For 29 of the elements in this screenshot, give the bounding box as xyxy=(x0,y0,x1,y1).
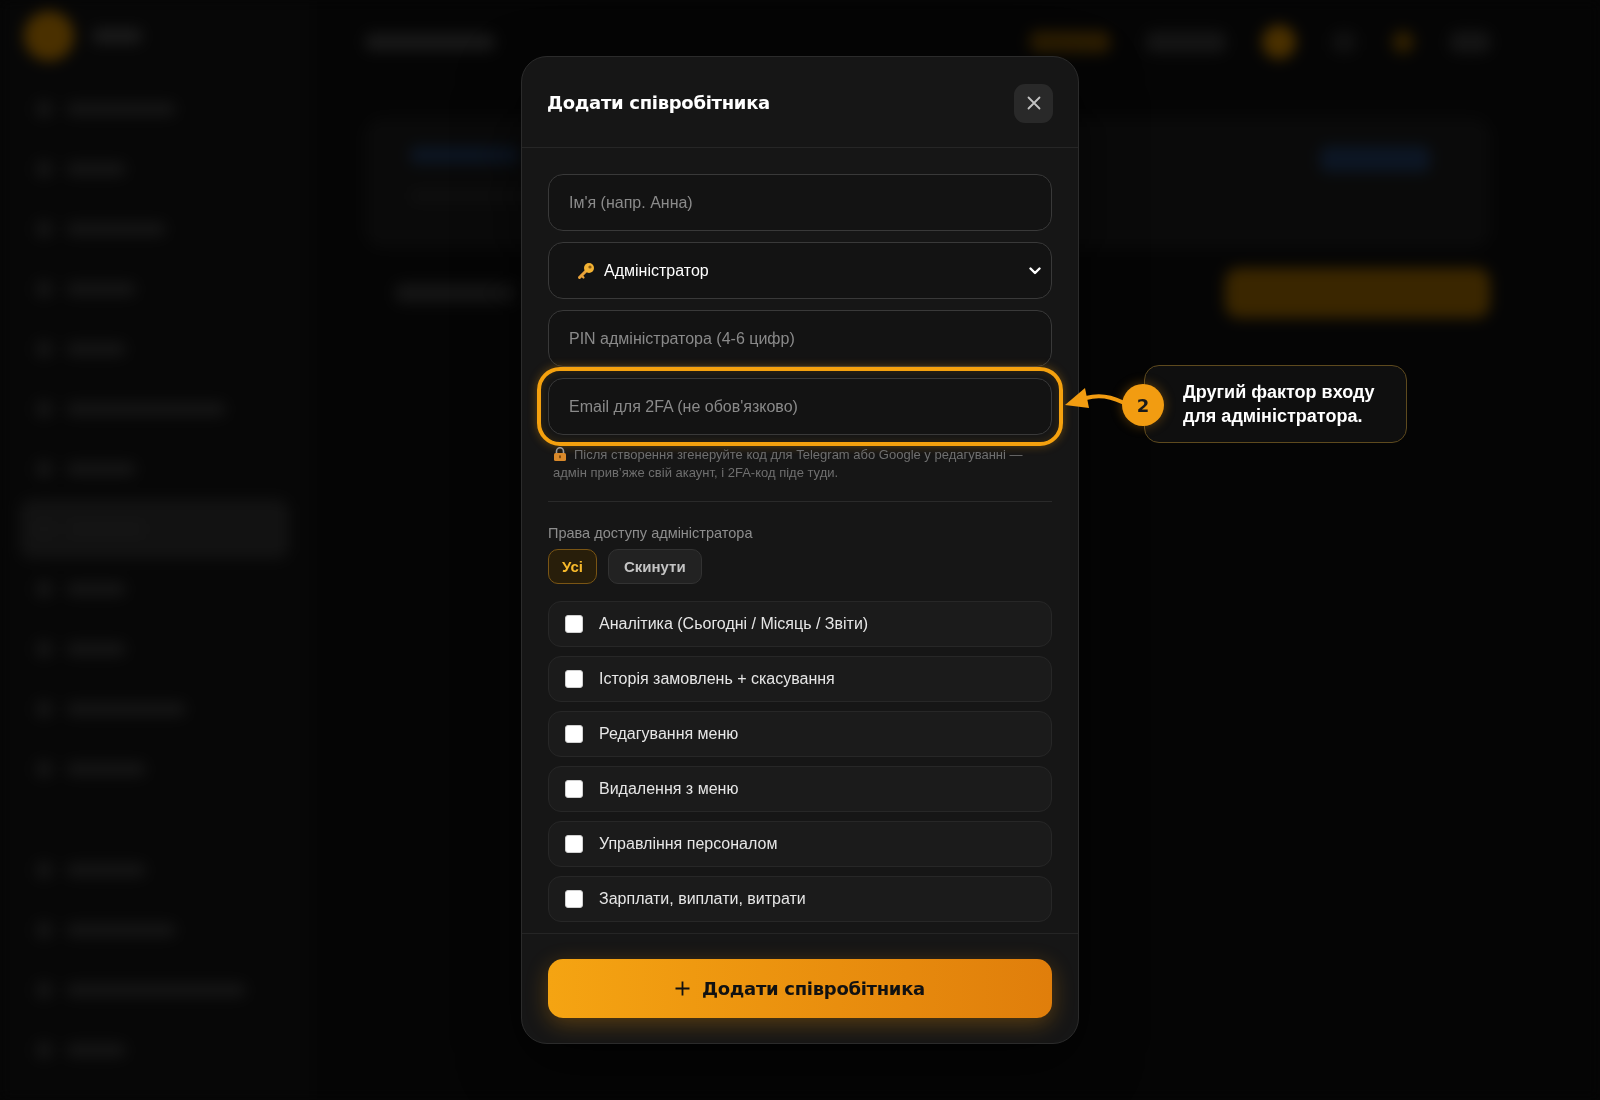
key-icon xyxy=(577,261,595,280)
permission-label: Управління персоналом xyxy=(599,835,778,853)
reset-button[interactable]: Скинути xyxy=(607,549,702,584)
checkbox[interactable] xyxy=(565,890,583,908)
checkbox[interactable] xyxy=(565,615,583,633)
lock-icon xyxy=(553,447,567,461)
callout-text: Другий фактор входу для адміністратора. xyxy=(1183,381,1376,428)
input-field[interactable]: Ім'я (напр. Анна) xyxy=(548,174,1052,231)
select-all-button[interactable]: Усі xyxy=(548,549,597,584)
checkbox[interactable] xyxy=(565,835,583,853)
permission-label: Історія замовлень + скасування xyxy=(599,670,835,688)
permission-label: Редагування меню xyxy=(599,725,739,743)
dialog-title: Додати співробітника xyxy=(547,91,770,113)
close-icon xyxy=(1026,96,1041,110)
role-select[interactable]: Адміністратор xyxy=(548,242,1052,299)
chevron-down-icon xyxy=(1029,266,1041,275)
hint-text: Після створення згенеруйте код для Telegram або Google у редагуванні — адмін прив’яже свій акаунт, і 2FA-код піде туди. xyxy=(552,446,1024,482)
permission-label: Аналітика (Сьогодні / Місяць / Звіти) xyxy=(599,615,869,633)
checkbox[interactable] xyxy=(565,725,583,743)
section-label: Права доступу адміністратора xyxy=(548,524,754,542)
checkbox[interactable] xyxy=(565,670,583,688)
input-field[interactable]: PIN адміністратора (4-6 цифр) xyxy=(548,310,1052,367)
input-field[interactable]: Email для 2FA (не обов'язково) xyxy=(548,378,1052,435)
permission-label: Видалення з меню xyxy=(599,780,739,798)
permission-label: Зарплати, виплати, витрати xyxy=(599,890,806,908)
checkbox[interactable] xyxy=(565,780,583,798)
add-employee-button[interactable]: Додати співробітника xyxy=(548,959,1052,1018)
plus-icon xyxy=(675,981,691,996)
close-button[interactable] xyxy=(1014,83,1053,123)
